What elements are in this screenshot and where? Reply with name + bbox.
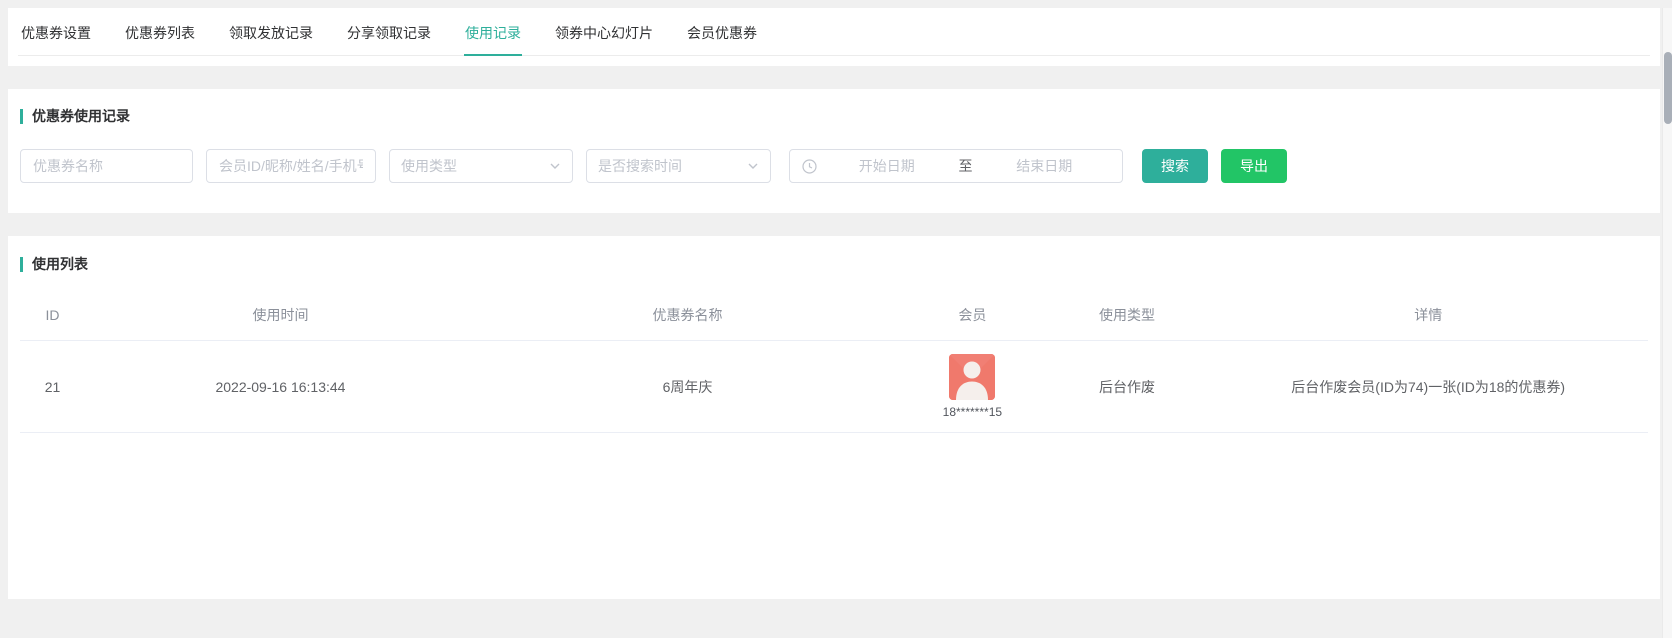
date-range-separator: 至: [953, 156, 979, 176]
col-header-id: ID: [20, 284, 85, 341]
tab-member-coupons[interactable]: 会员优惠券: [686, 8, 758, 56]
clock-icon: [802, 159, 817, 174]
end-date-input[interactable]: [979, 157, 1111, 175]
date-range-picker[interactable]: 至: [789, 149, 1123, 183]
chevron-down-icon: [747, 160, 759, 172]
use-type-select-placeholder: 使用类型: [401, 156, 457, 176]
cell-coupon-name: 6周年庆: [476, 341, 899, 433]
tab-usage-records[interactable]: 使用记录: [464, 8, 522, 56]
cell-use-type: 后台作废: [1046, 341, 1209, 433]
table-row: 21 2022-09-16 16:13:44 6周年庆: [20, 341, 1648, 433]
tab-coupon-settings[interactable]: 优惠券设置: [20, 8, 92, 56]
tab-receive-issue-records[interactable]: 领取发放记录: [228, 8, 314, 56]
title-accent-bar: [20, 257, 23, 272]
list-section-title: 使用列表: [20, 254, 1648, 274]
tab-bar: 优惠券设置 优惠券列表 领取发放记录 分享领取记录 使用记录 领券中心幻灯片 会…: [8, 8, 1660, 66]
filter-title-text: 优惠券使用记录: [32, 106, 130, 126]
col-header-use-type: 使用类型: [1046, 284, 1209, 341]
member-search-input[interactable]: [206, 149, 376, 183]
search-time-select-placeholder: 是否搜索时间: [598, 156, 682, 176]
list-title-text: 使用列表: [32, 254, 88, 274]
tab-coupon-center-slides[interactable]: 领券中心幻灯片: [554, 8, 654, 56]
start-date-input[interactable]: [821, 157, 953, 175]
table-header-row: ID 使用时间 优惠券名称 会员 使用类型 详情: [20, 284, 1648, 341]
filter-section-title: 优惠券使用记录: [20, 106, 1648, 126]
search-button[interactable]: 搜索: [1142, 149, 1208, 183]
scrollbar[interactable]: [1662, 8, 1672, 638]
usage-table: ID 使用时间 优惠券名称 会员 使用类型 详情 21 2022-09-16 1…: [20, 284, 1648, 433]
filter-row: 使用类型 是否搜索时间 至 搜索 导出: [20, 149, 1648, 183]
cell-member: 18*******15: [899, 341, 1046, 433]
cell-detail: 后台作废会员(ID为74)一张(ID为18的优惠券): [1208, 341, 1648, 433]
member-phone: 18*******15: [943, 405, 1002, 419]
page-container: 优惠券设置 优惠券列表 领取发放记录 分享领取记录 使用记录 领券中心幻灯片 会…: [8, 8, 1660, 599]
export-button[interactable]: 导出: [1221, 149, 1287, 183]
coupon-name-input[interactable]: [20, 149, 193, 183]
col-header-member: 会员: [899, 284, 1046, 341]
use-type-select[interactable]: 使用类型: [389, 149, 573, 183]
member-avatar[interactable]: [949, 354, 995, 400]
col-header-detail: 详情: [1208, 284, 1648, 341]
member-box: 18*******15: [899, 354, 1046, 419]
chevron-down-icon: [549, 160, 561, 172]
person-silhouette-icon: [949, 354, 995, 400]
col-header-use-time: 使用时间: [85, 284, 476, 341]
cell-id: 21: [20, 341, 85, 433]
usage-record-filter-card: 优惠券使用记录 使用类型 是否搜索时间: [8, 89, 1660, 213]
col-header-coupon-name: 优惠券名称: [476, 284, 899, 341]
tab-share-receive-records[interactable]: 分享领取记录: [346, 8, 432, 56]
tab-coupon-list[interactable]: 优惠券列表: [124, 8, 196, 56]
search-time-select[interactable]: 是否搜索时间: [586, 149, 771, 183]
title-accent-bar: [20, 109, 23, 124]
scrollbar-thumb[interactable]: [1664, 52, 1672, 124]
cell-use-time: 2022-09-16 16:13:44: [85, 341, 476, 433]
tab-list: 优惠券设置 优惠券列表 领取发放记录 分享领取记录 使用记录 领券中心幻灯片 会…: [18, 8, 1650, 56]
usage-list-card: 使用列表 ID 使用时间 优惠券名称 会员 使用类型 详情 21: [8, 236, 1660, 599]
